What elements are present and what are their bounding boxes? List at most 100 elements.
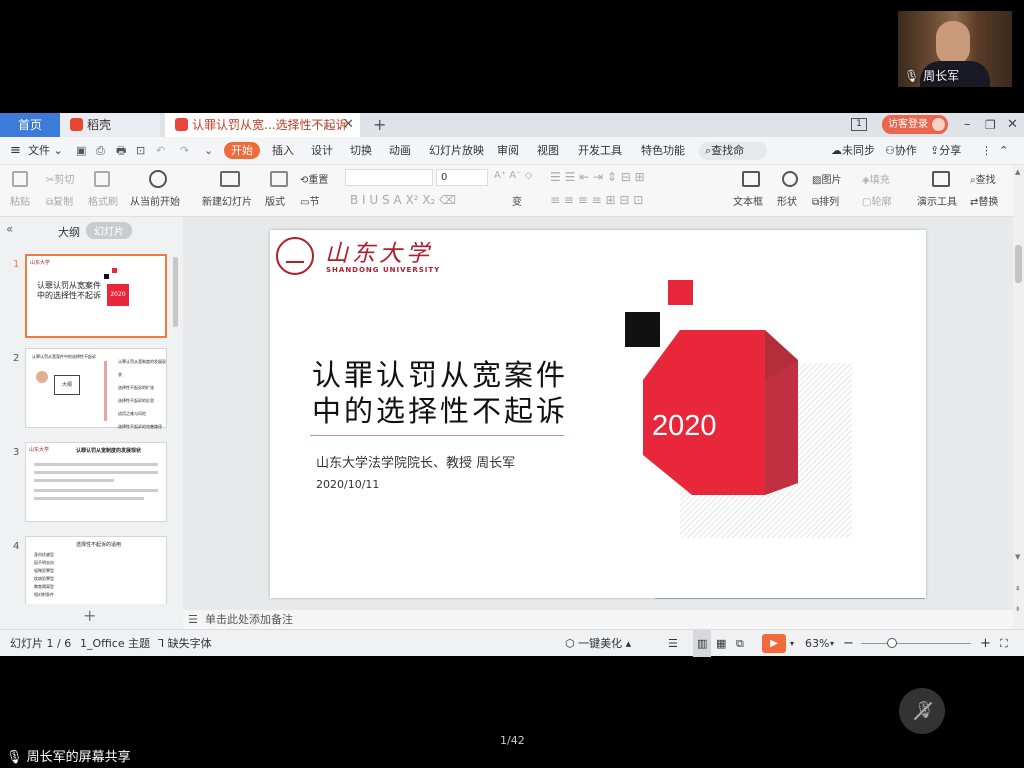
missing-font-button[interactable]: Ꞁ 缺失字体: [158, 630, 212, 657]
export-pdf-icon[interactable]: ⎙: [96, 137, 105, 165]
tab-display-icon[interactable]: ▭: [325, 113, 335, 137]
char-spacing-icon[interactable]: 变: [512, 193, 522, 208]
menu-slideshow[interactable]: 幻灯片放映: [429, 137, 484, 165]
menu-view[interactable]: 视图: [537, 137, 559, 165]
slide-thumb-2[interactable]: 认罪认罚从宽案件中的选择性不起诉 大纲 认罪认罚从宽制度的发展现状 选择性不起诉…: [25, 348, 167, 429]
arrange-button[interactable]: ⧉排列: [812, 193, 839, 208]
present-tool-button[interactable]: 演示工具: [917, 193, 957, 208]
menu-review[interactable]: 审阅: [497, 137, 519, 165]
copy-button[interactable]: ⧉复制: [46, 193, 73, 208]
play-from-current-button[interactable]: 从当前开始: [130, 193, 180, 208]
login-button[interactable]: 访客登录: [882, 115, 948, 134]
tab-document[interactable]: 认罪认罚从宽...选择性不起诉 ▭ ✕: [165, 113, 360, 137]
slide-thumb-1[interactable]: 山东大学 认罪认罚从宽案件 中的选择性不起诉 2020: [25, 254, 167, 338]
share-button[interactable]: ⇪分享: [930, 137, 961, 165]
print-preview-icon[interactable]: ⊡: [136, 137, 145, 165]
share-icon: ⇪: [930, 144, 940, 157]
replace-button[interactable]: ⇄替换: [970, 193, 998, 208]
slide-sorter-icon[interactable]: ▦: [716, 630, 726, 657]
zoom-dropdown-icon[interactable]: ▾: [830, 630, 834, 657]
zoom-in-icon[interactable]: +: [980, 630, 991, 657]
thumb2-items: 认罪认罚从宽制度的发展现状 选择性不起诉的扩张 选择性不起诉的反思 适用之难与风…: [118, 359, 166, 429]
mute-button[interactable]: 🎙: [899, 688, 945, 734]
hamburger-icon[interactable]: ≡: [10, 137, 21, 165]
find-button[interactable]: ⌕查找: [970, 171, 996, 186]
menu-file[interactable]: 文件 ⌄: [28, 137, 63, 165]
notes-pane[interactable]: ☰ 单击此处添加备注: [183, 610, 1013, 629]
new-slide-button[interactable]: 新建幻灯片: [202, 193, 252, 208]
format-painter-button[interactable]: 格式刷: [88, 193, 118, 208]
participant-video[interactable]: 🎙 周长军: [898, 11, 1012, 87]
horizontal-scroll-indicator[interactable]: [655, 598, 925, 599]
play-slideshow-button[interactable]: ▶: [762, 634, 786, 653]
save-icon[interactable]: ▣: [76, 137, 86, 165]
next-slide-icon[interactable]: ⇟: [1015, 605, 1021, 613]
menu-animation[interactable]: 动画: [389, 137, 411, 165]
font-name-select[interactable]: [345, 169, 433, 186]
tab-close-icon[interactable]: ✕: [343, 113, 354, 137]
fill-button[interactable]: ◈填充: [862, 171, 890, 186]
scroll-thumb[interactable]: [1015, 245, 1022, 283]
notes-toggle-icon[interactable]: ☰: [668, 630, 678, 657]
cut-button[interactable]: ✂剪切: [46, 171, 74, 186]
thumb-scrollbar[interactable]: [173, 257, 178, 327]
font-size-select[interactable]: 0: [436, 169, 488, 186]
prev-slide-icon[interactable]: ⇞: [1015, 585, 1021, 593]
command-search[interactable]: ⌕查找命令...: [699, 142, 767, 160]
menu-insert[interactable]: 插入: [272, 137, 294, 165]
zoom-slider-handle[interactable]: [887, 638, 897, 648]
zoom-out-icon[interactable]: −: [843, 630, 854, 657]
text-format-icons[interactable]: B I U S A X² X₂ ⌫: [350, 193, 456, 207]
menu-transition[interactable]: 切换: [350, 137, 372, 165]
collapse-panel-icon[interactable]: «: [6, 222, 13, 236]
tab-slides[interactable]: 幻灯片: [86, 222, 132, 239]
vertical-scrollbar[interactable]: ▲ ▼ ⇞ ⇟: [1013, 165, 1024, 629]
slideshow-dropdown-icon[interactable]: ▾: [790, 630, 794, 657]
list-format-icons[interactable]: ☰ ☰ ⇤ ⇥ ⇕ ⊟ ⊞: [550, 170, 645, 184]
minimize-icon[interactable]: –: [964, 113, 971, 137]
menu-design[interactable]: 设计: [311, 137, 333, 165]
notes-icon: ☰: [188, 613, 198, 626]
new-tab-icon[interactable]: +: [373, 113, 386, 137]
close-window-icon[interactable]: ✕: [1007, 113, 1018, 137]
menu-special[interactable]: 特色功能: [641, 137, 685, 165]
zoom-slider-track[interactable]: [861, 643, 971, 644]
tab-home[interactable]: 首页: [0, 113, 60, 137]
slide-thumb-3[interactable]: 山东大学 认罪认罚从宽制度的发展现状: [25, 442, 167, 522]
beautify-button[interactable]: ⬡ 一键美化 ▴: [565, 630, 631, 657]
tab-outline[interactable]: 大纲: [58, 224, 80, 240]
theme-name[interactable]: 1_Office 主题: [80, 630, 150, 657]
outline-button[interactable]: ▢轮廓: [862, 193, 891, 208]
scroll-up-icon[interactable]: ▲: [1015, 168, 1020, 176]
menu-developer[interactable]: 开发工具: [578, 137, 622, 165]
quick-access-dropdown-icon[interactable]: ⌄: [204, 137, 213, 165]
print-icon[interactable]: 🖶: [116, 137, 126, 165]
zoom-level[interactable]: 63%: [805, 630, 829, 657]
paste-button[interactable]: 粘贴: [10, 193, 30, 208]
reset-button[interactable]: ⟲重置: [300, 171, 328, 186]
collaborate-button[interactable]: ⚇协作: [885, 137, 917, 165]
align-icons[interactable]: ≡ ≡ ≡ ≡ ⊞ ⊟ ⊡: [550, 193, 643, 207]
current-slide[interactable]: 山东大学 SHANDONG UNIVERSITY 认罪认罚从宽案件 中的选择性不…: [270, 230, 926, 598]
tab-daoke[interactable]: 稻壳: [60, 113, 160, 137]
menu-home[interactable]: 开始: [224, 142, 260, 159]
slide-thumb-4[interactable]: 选择性不起诉的适用 身份优越型 因不明去向 轻微犯罪型 疾病犯罪型 教育隔离型 …: [25, 536, 167, 604]
sync-status[interactable]: ☁未同步: [831, 137, 875, 165]
scroll-down-icon[interactable]: ▼: [1015, 553, 1020, 561]
redo-icon[interactable]: ↷: [180, 137, 189, 165]
undo-icon[interactable]: ↶: [156, 137, 165, 165]
textbox-button[interactable]: 文本框: [733, 193, 763, 208]
restore-icon[interactable]: ❐: [985, 113, 996, 137]
fit-window-icon[interactable]: ⛶: [1000, 630, 1008, 657]
grow-font-icon[interactable]: A⁺ A⁻ ◇: [494, 170, 532, 181]
collapse-ribbon-icon[interactable]: ⌃: [999, 137, 1008, 165]
normal-view-icon[interactable]: ▥: [693, 630, 712, 657]
shape-button[interactable]: 形状: [777, 193, 797, 208]
picture-button[interactable]: ▨图片: [812, 171, 841, 186]
reading-view-icon[interactable]: ⧉: [736, 630, 744, 657]
layout-button[interactable]: 版式: [265, 193, 285, 208]
add-slide-icon[interactable]: +: [83, 606, 96, 625]
window-count-badge[interactable]: 1: [851, 118, 867, 131]
section-button[interactable]: ▭节: [300, 193, 319, 208]
more-icon[interactable]: ⋮: [981, 137, 992, 165]
